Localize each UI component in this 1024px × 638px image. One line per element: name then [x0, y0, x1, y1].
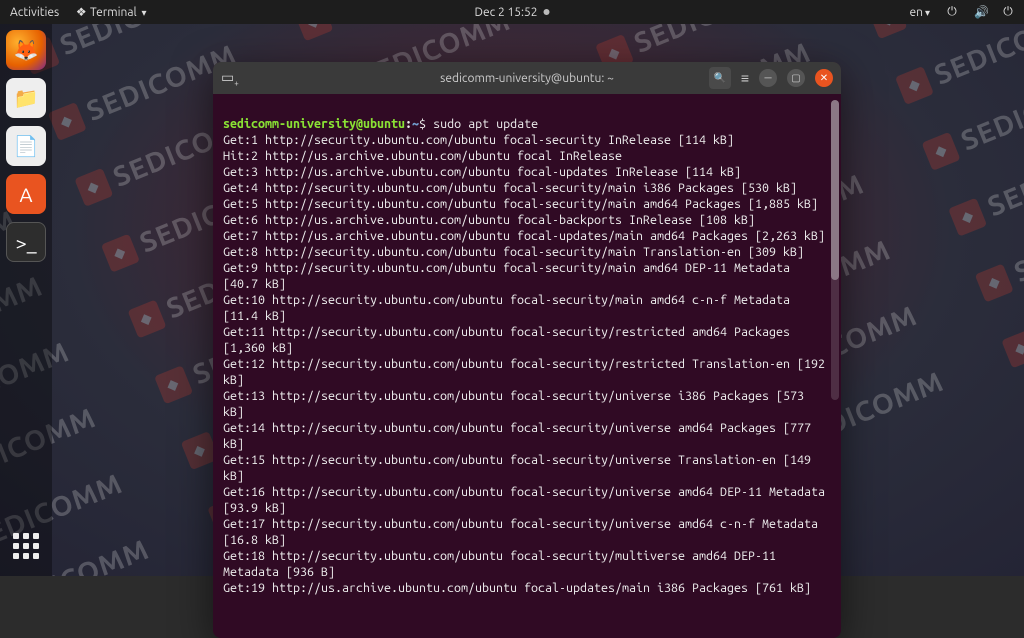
show-applications-button[interactable]: [6, 526, 46, 566]
input-source[interactable]: en: [909, 6, 930, 19]
search-icon: 🔍: [714, 72, 726, 84]
window-titlebar[interactable]: ▭+ sedicomm-university@ubuntu: ~ 🔍 ≡ ─ ▢…: [213, 62, 841, 94]
clock[interactable]: Dec 2 15:52: [475, 6, 550, 19]
terminal-output: Get:1 http://security.ubuntu.com/ubuntu …: [223, 133, 832, 595]
scrollbar[interactable]: [831, 100, 839, 400]
dock-writer[interactable]: 📄: [6, 126, 46, 166]
new-tab-button[interactable]: ▭+: [221, 69, 239, 88]
dock-terminal[interactable]: >_: [6, 222, 46, 262]
terminal-icon: >_: [15, 231, 36, 254]
software-icon: A: [20, 183, 33, 206]
volume-icon[interactable]: 🔊: [974, 5, 986, 19]
clock-text: Dec 2 15:52: [475, 6, 538, 19]
firefox-icon: 🦊: [14, 38, 39, 62]
network-icon[interactable]: ⏻: [946, 5, 958, 19]
minimize-button[interactable]: ─: [759, 69, 777, 87]
dock-software[interactable]: A: [6, 174, 46, 214]
close-icon: ✕: [820, 72, 828, 84]
terminal-window: ▭+ sedicomm-university@ubuntu: ~ 🔍 ≡ ─ ▢…: [213, 62, 841, 638]
files-icon: 📁: [14, 86, 39, 110]
notification-dot-icon: [543, 9, 549, 15]
scrollbar-thumb[interactable]: [831, 100, 839, 280]
search-button[interactable]: 🔍: [709, 67, 731, 89]
terminal-icon: ❖: [75, 5, 87, 19]
command-text: sudo apt update: [433, 117, 538, 131]
gnome-topbar: Activities ❖ Terminal Dec 2 15:52 en ⏻ 🔊…: [0, 0, 1024, 24]
hamburger-menu-button[interactable]: ≡: [741, 70, 749, 86]
dock-files[interactable]: 📁: [6, 78, 46, 118]
dock: 🦊 📁 📄 A >_: [0, 24, 52, 576]
prompt-sep: :: [405, 117, 412, 131]
close-button[interactable]: ✕: [815, 69, 833, 87]
activities-button[interactable]: Activities: [10, 6, 59, 19]
prompt-symbol: $: [419, 117, 426, 131]
dock-firefox[interactable]: 🦊: [6, 30, 46, 70]
window-title: sedicomm-university@ubuntu: ~: [440, 72, 614, 85]
terminal-body[interactable]: sedicomm-university@ubuntu:~$ sudo apt u…: [213, 94, 841, 638]
app-menu[interactable]: ❖ Terminal: [75, 5, 146, 19]
power-icon[interactable]: ⏻: [1002, 5, 1014, 19]
app-menu-label: Terminal: [90, 6, 137, 19]
maximize-button[interactable]: ▢: [787, 69, 805, 87]
prompt-path: ~: [412, 117, 419, 131]
prompt-user: sedicomm-university@ubuntu: [223, 117, 405, 131]
document-icon: 📄: [14, 134, 39, 158]
